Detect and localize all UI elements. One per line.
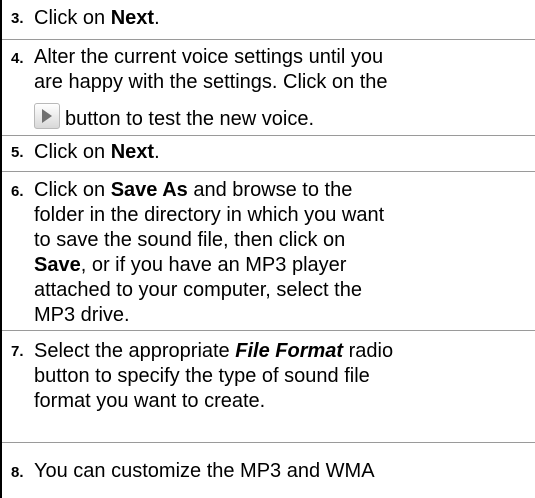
step-number: 5. xyxy=(11,144,24,161)
step-number: 7. xyxy=(11,343,24,360)
step-number: 8. xyxy=(11,464,24,481)
step-number: 6. xyxy=(11,183,24,200)
step-8: 8. You can customize the MP3 and WMA xyxy=(2,456,535,498)
step-text: Alter the current voice settings until y… xyxy=(34,46,388,130)
step-number: 3. xyxy=(11,10,24,27)
save-label: Save xyxy=(34,254,81,276)
step-text: Click on Next. xyxy=(34,7,160,29)
step-6: 6. Click on Save As and browse to the fo… xyxy=(2,172,535,331)
step-number: 4. xyxy=(11,50,24,67)
play-icon xyxy=(34,103,60,129)
step-text: Click on Save As and browse to the folde… xyxy=(34,179,385,326)
step-5: 5. Click on Next. xyxy=(2,136,535,172)
step-4: 4. Alter the current voice settings unti… xyxy=(2,40,535,136)
step-text: Click on Next. xyxy=(34,141,160,163)
step-text: You can customize the MP3 and WMA xyxy=(34,460,375,482)
next-label: Next xyxy=(110,7,155,29)
document-page: 3. Click on Next. 4. Alter the current v… xyxy=(0,0,535,498)
file-format-label: File Format xyxy=(235,340,344,362)
step-3: 3. Click on Next. xyxy=(2,0,535,40)
save-as-label: Save As xyxy=(110,179,188,201)
step-text: Select the appropriate File Format radio… xyxy=(34,340,394,412)
step-divider xyxy=(2,442,535,443)
step-7: 7. Select the appropriate File Format ra… xyxy=(2,331,535,456)
next-label: Next xyxy=(110,141,155,163)
